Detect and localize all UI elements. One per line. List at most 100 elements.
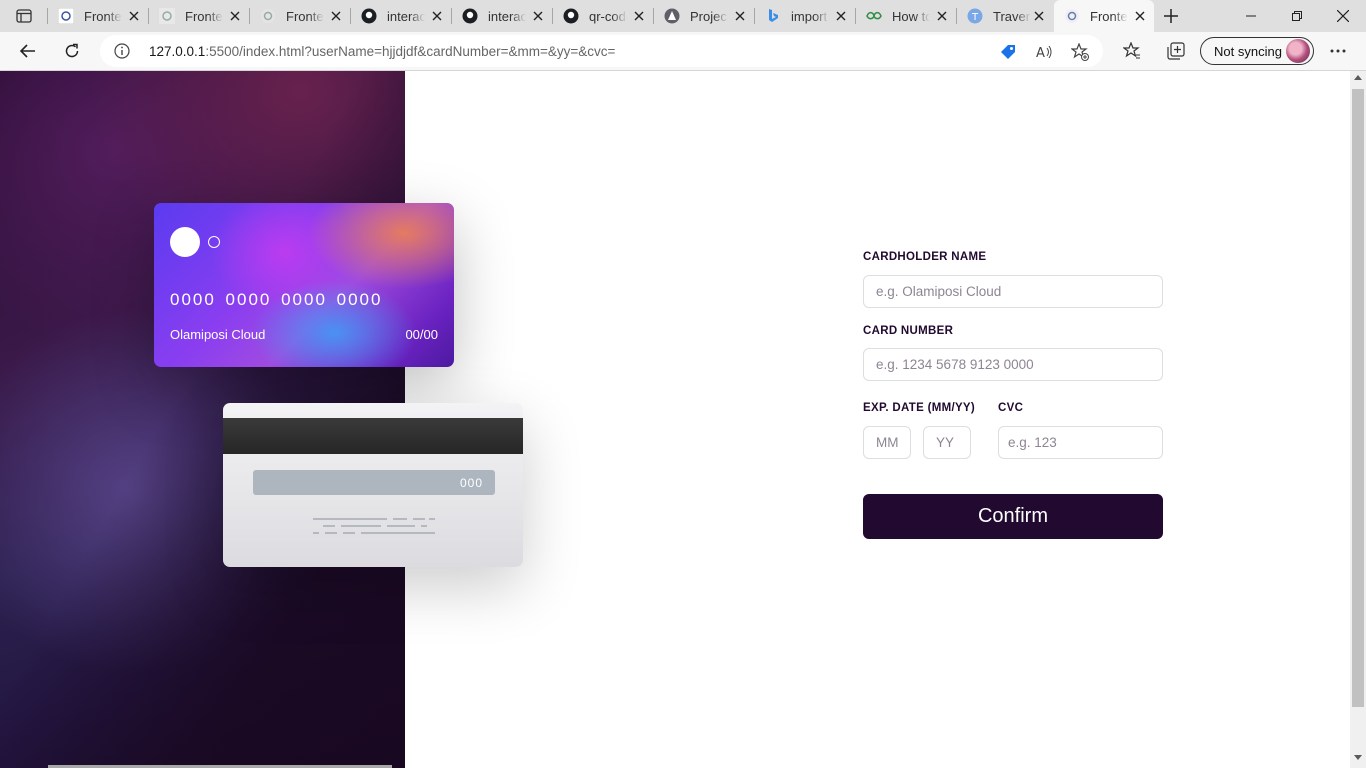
back-arrow-icon [20,44,35,58]
refresh-button[interactable] [56,36,88,66]
minimize-icon [1246,15,1256,17]
tab-strip: Frontend Mentor Frontend Mentor Frontend… [0,0,1366,32]
close-tab-icon[interactable] [1132,8,1148,24]
scrollbar-thumb[interactable] [1352,89,1364,707]
close-tab-icon[interactable] [530,8,546,24]
more-options-icon [1330,49,1346,53]
github-icon [361,8,377,24]
exp-date-label: EXP. DATE (MM/YY) [863,402,976,414]
card-expiry-display: 00/00 [405,327,438,342]
card-logo-small-circle [208,236,220,248]
confirm-button[interactable]: Confirm [863,494,1163,539]
restore-button[interactable] [1274,0,1320,32]
avatar [1286,39,1310,63]
restore-icon [1292,11,1302,21]
close-tab-icon[interactable] [328,8,344,24]
frontendmentor-icon [260,8,276,24]
collections-button[interactable] [1160,36,1192,66]
refresh-icon [65,43,79,58]
tab-how-to[interactable]: How to [856,0,956,32]
close-tab-icon[interactable] [631,8,647,24]
close-tab-icon[interactable] [429,8,445,24]
cardholder-name-input[interactable]: e.g. Olamiposi Cloud [863,275,1163,308]
close-tab-icon[interactable] [227,8,243,24]
frontendmentor-icon [58,8,74,24]
card-number-input[interactable]: e.g. 1234 5678 9123 0000 [863,348,1163,381]
tab-frontend-mentor-active[interactable]: Frontend Mentor [1054,0,1154,32]
tab-github-interactive-2[interactable]: interactive [452,0,552,32]
tab-title: Frontend Mentor [84,8,122,24]
tab-frontend-mentor-3[interactable]: Frontend Mentor [250,0,350,32]
svg-text:A: A [1036,46,1045,61]
project-icon [664,8,680,24]
exp-month-placeholder: MM [876,435,899,450]
cardholder-name-placeholder: e.g. Olamiposi Cloud [876,284,1002,299]
github-icon [563,8,579,24]
card-number-placeholder: e.g. 1234 5678 9123 0000 [876,357,1034,372]
read-aloud-icon[interactable]: A [1034,42,1054,62]
tab-title: Frontend Mentor [1090,8,1128,24]
tab-frontend-mentor-1[interactable]: Frontend Mentor [48,0,148,32]
plus-icon [1164,9,1178,23]
geeks-icon [866,8,882,24]
close-tab-icon[interactable] [732,8,748,24]
url-text[interactable]: 127.0.0.1:5500/index.html?userName=hjjdj… [149,44,615,59]
tab-title: qr-code [589,8,627,24]
card-back-fine-print [313,518,435,534]
tab-frontend-mentor-2[interactable]: Frontend Mentor [149,0,249,32]
exp-year-input[interactable]: YY [923,426,971,459]
tab-title: Frontend Mentor [286,8,324,24]
tab-actions-button[interactable] [8,4,40,28]
address-bar[interactable]: 127.0.0.1:5500/index.html?userName=hjjdj… [100,35,1103,67]
tab-title: import [791,8,828,24]
tab-title: How to [892,8,930,24]
collections-icon [1167,42,1185,60]
favorites-icon [1123,42,1140,59]
profile-sync-button[interactable]: Not syncing [1200,37,1314,65]
github-icon [462,8,478,24]
cvc-label: CVC [998,402,1024,414]
tab-github-qr-code[interactable]: qr-code [553,0,653,32]
cvc-input[interactable]: e.g. 123 [998,426,1163,459]
settings-menu-button[interactable] [1322,36,1354,66]
scroll-down-arrow-icon[interactable] [1354,755,1362,760]
add-favorite-icon[interactable] [1070,42,1090,62]
close-window-button[interactable] [1320,0,1366,32]
cardholder-name-display: Olamiposi Cloud [170,327,266,342]
close-tab-icon[interactable] [126,8,142,24]
tab-traversy[interactable]: T Traversy [957,0,1053,32]
tab-actions-icon [16,9,32,23]
exp-month-input[interactable]: MM [863,426,911,459]
tab-title: Projects [690,8,728,24]
page-content: 0000 0000 0000 0000 Olamiposi Cloud 00/0… [0,71,1366,768]
tab-projects[interactable]: Projects [654,0,754,32]
close-tab-icon[interactable] [833,8,849,24]
sync-status-label: Not syncing [1214,43,1282,59]
card-number-label: CARD NUMBER [863,325,954,337]
close-tab-icon[interactable] [934,8,950,24]
tab-import[interactable]: import [755,0,855,32]
close-icon [1337,10,1349,22]
back-button[interactable] [12,36,44,66]
tab-github-interactive-1[interactable]: interactive [351,0,451,32]
card-front: 0000 0000 0000 0000 Olamiposi Cloud 00/0… [154,203,454,367]
exp-year-placeholder: YY [936,435,955,450]
url-path: :5500/index.html?userName=hjjdjdf&cardNu… [205,44,616,59]
scroll-up-arrow-icon[interactable] [1354,75,1362,80]
svg-text:T: T [971,12,979,23]
shopping-tag-icon[interactable] [998,42,1018,62]
tab-title: Frontend Mentor [185,8,223,24]
new-tab-button[interactable] [1158,4,1184,28]
card-logo-large-circle [170,227,200,257]
bing-icon [765,8,781,24]
vertical-scrollbar[interactable] [1350,71,1366,768]
signature-strip: 000 [253,470,495,495]
favorites-button[interactable] [1116,36,1148,66]
cvc-placeholder: e.g. 123 [1008,435,1057,450]
card-number-display: 0000 0000 0000 0000 [170,290,383,309]
browser-toolbar: 127.0.0.1:5500/index.html?userName=hjjdj… [0,32,1366,71]
site-info-icon[interactable] [114,43,130,59]
tab-title: interactive [488,8,526,24]
close-tab-icon[interactable] [1031,8,1047,24]
minimize-button[interactable] [1228,0,1274,32]
